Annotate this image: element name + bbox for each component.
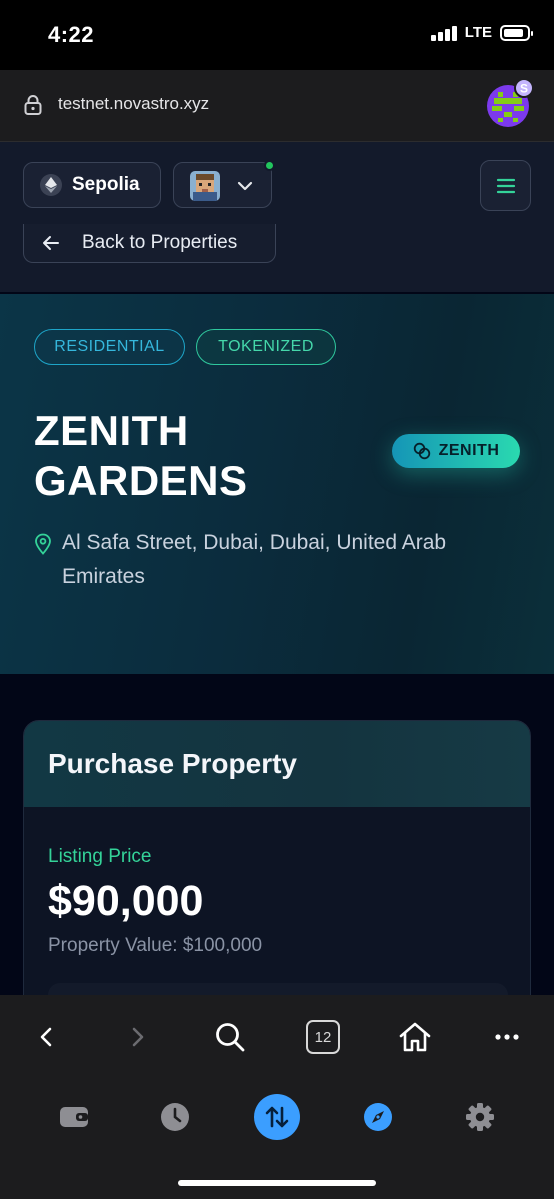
tag-residential: RESIDENTIAL — [34, 329, 185, 365]
status-time: 4:22 — [48, 22, 95, 47]
avatar — [190, 171, 220, 201]
tab-count: 12 — [306, 1020, 340, 1054]
home-icon[interactable] — [395, 1017, 435, 1057]
extension-badge: S — [520, 82, 528, 96]
more-icon[interactable] — [487, 1017, 527, 1057]
history-icon[interactable] — [152, 1094, 198, 1140]
status-indicators: LTE — [430, 24, 533, 41]
settings-icon[interactable] — [457, 1094, 503, 1140]
forward-icon[interactable] — [118, 1017, 158, 1057]
tabs-icon[interactable]: 12 — [303, 1017, 343, 1057]
back-label: Back to Properties — [82, 232, 238, 253]
location-pin-icon — [35, 533, 51, 555]
app-header: Sepolia Back to Properties — [0, 142, 554, 292]
property-value: Property Value: $100,000 — [48, 935, 263, 956]
browser-toolbar: 12 — [0, 995, 554, 1079]
wallet-icon[interactable] — [51, 1094, 97, 1140]
purchase-details-box — [48, 983, 508, 995]
network-selector-button[interactable]: Sepolia — [23, 162, 161, 208]
location-text: Al Safa Street, Dubai, Dubai, United Ara… — [62, 531, 447, 588]
arrow-left-icon — [43, 236, 59, 250]
home-indicator[interactable] — [178, 1180, 376, 1186]
network-label: Sepolia — [72, 174, 140, 195]
swap-icon[interactable] — [254, 1094, 300, 1140]
token-badge: ZENITH — [392, 434, 520, 468]
account-button[interactable] — [173, 160, 275, 208]
lock-icon — [24, 95, 42, 115]
hamburger-menu-icon — [496, 178, 515, 193]
explore-icon[interactable] — [355, 1094, 401, 1140]
coins-icon — [413, 442, 430, 460]
purchase-title: Purchase Property — [24, 721, 530, 807]
purchase-card: Purchase Property Listing Price $90,000 … — [23, 720, 531, 995]
status-bar: 4:22 LTE — [0, 0, 554, 70]
web-page: Sepolia Back to Properties RESIDENTIAL T… — [0, 142, 554, 995]
extension-avatar-icon[interactable]: S — [484, 78, 534, 128]
property-hero: RESIDENTIAL TOKENIZED ZENITH GARDENS ZEN… — [0, 294, 554, 674]
wallet-nav — [0, 1079, 554, 1199]
battery-fill — [504, 28, 523, 37]
menu-button[interactable] — [480, 160, 531, 211]
network-type: LTE — [464, 24, 492, 41]
browser-url-bar[interactable]: testnet.novastro.xyz S — [0, 70, 554, 142]
online-status-dot — [264, 160, 275, 171]
property-location: Al Safa Street, Dubai, Dubai, United Ara… — [34, 526, 504, 594]
battery-icon — [500, 24, 533, 41]
search-icon[interactable] — [210, 1017, 250, 1057]
token-symbol: ZENITH — [438, 442, 500, 459]
tag-tokenized: TOKENIZED — [196, 329, 336, 365]
ethereum-icon — [40, 174, 62, 196]
chevron-down-icon — [237, 181, 253, 191]
listing-price: $90,000 — [48, 877, 204, 925]
property-title: ZENITH GARDENS — [34, 407, 248, 504]
back-to-properties-button[interactable]: Back to Properties — [23, 224, 276, 263]
url-text[interactable]: testnet.novastro.xyz — [58, 94, 209, 114]
back-icon[interactable] — [26, 1017, 66, 1057]
signal-icon — [430, 25, 457, 41]
listing-price-label: Listing Price — [48, 846, 152, 867]
